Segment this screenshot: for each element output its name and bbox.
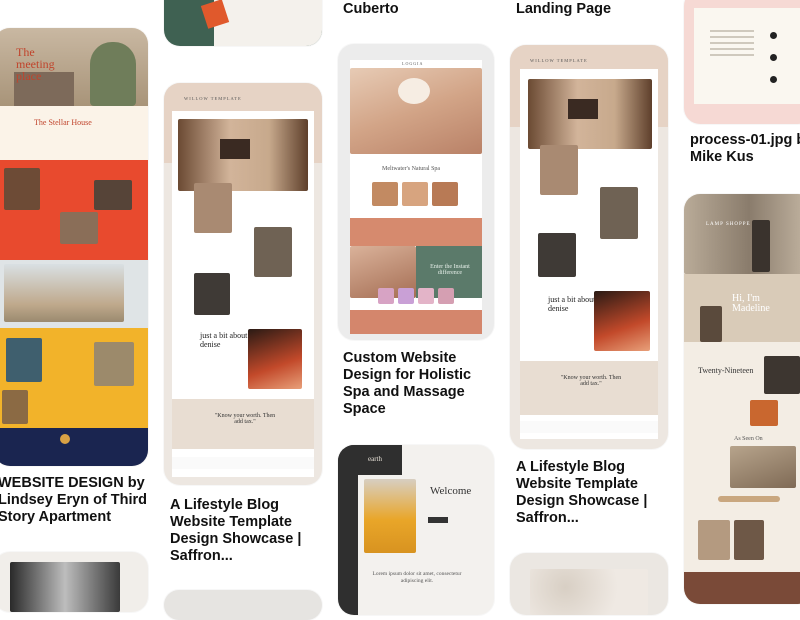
script-logo xyxy=(718,496,780,502)
pin-process-caption[interactable]: process-01.jpg b Mike Kus xyxy=(690,132,800,166)
hero-tree xyxy=(90,42,136,106)
photo-interior-3 xyxy=(94,180,132,210)
photo-landscape xyxy=(4,264,124,322)
quote-text: "Know your worth. Then add tax." xyxy=(214,413,276,425)
greeting-heading: Hi, I'm Madeline xyxy=(732,293,770,314)
pin-cuberto-caption[interactable]: Cuberto xyxy=(343,1,493,18)
photo-woman-2 xyxy=(600,187,638,239)
photo-interior-1 xyxy=(4,168,40,210)
photo-spa-2 xyxy=(402,182,428,206)
year-heading: Twenty-Nineteen xyxy=(698,366,754,375)
step-dot-1 xyxy=(770,32,777,39)
photo-portrait xyxy=(594,291,650,351)
logo-strip xyxy=(172,457,314,469)
welcome-heading: Welcome xyxy=(430,485,472,497)
white-panel xyxy=(214,0,322,46)
photo-dark-portrait xyxy=(764,356,800,394)
photo-speckle xyxy=(530,569,648,615)
photo-product-4 xyxy=(438,288,454,304)
photo-flowers xyxy=(730,446,796,488)
photo-patio xyxy=(94,342,134,386)
pin-col2-bottom[interactable] xyxy=(164,590,322,620)
photo-product-1 xyxy=(378,288,394,304)
photo-grid-1 xyxy=(698,520,730,560)
pin-willow-template-1[interactable]: WILLOW TEMPLATE just a bit about denise … xyxy=(164,83,322,485)
pin-willow-caption-2[interactable]: A Lifestyle Blog Website Template Design… xyxy=(516,459,666,527)
pin-earth-welcome[interactable]: earth Welcome Lorem ipsum dolor sit amet… xyxy=(338,445,494,615)
photo-deer xyxy=(2,390,28,424)
monitor xyxy=(220,139,250,159)
cta-text: Enter the Instant difference xyxy=(430,264,470,276)
logo-strip xyxy=(520,421,658,433)
footer-badge-icon xyxy=(60,434,70,444)
photo-woman-sitting xyxy=(700,306,722,342)
pin-stellar-house[interactable]: The meeting place The Stellar House xyxy=(0,28,148,466)
photo-grid-2 xyxy=(734,520,764,560)
section-title: The Stellar House xyxy=(34,118,92,127)
pin-spa-website[interactable]: LOGGIA Meltwater's Natural Spa Enter the… xyxy=(338,44,494,340)
brown-footer xyxy=(684,572,800,604)
brand-label: WILLOW TEMPLATE xyxy=(184,96,242,101)
photo-woman-3 xyxy=(194,273,230,315)
step-dot-3 xyxy=(770,76,777,83)
pin-interior-bw[interactable] xyxy=(0,552,148,612)
photo-product-2 xyxy=(398,288,414,304)
pin-col4-bottom[interactable] xyxy=(510,553,668,615)
photo-woman-1 xyxy=(540,145,578,195)
photo-woman-2 xyxy=(254,227,292,277)
photo-product-3 xyxy=(418,288,434,304)
brand-label: WILLOW TEMPLATE xyxy=(530,58,588,63)
pin-stellar-caption[interactable]: WEBSITE DESIGN by Lindsey Eryn of Third … xyxy=(0,475,148,526)
pin-orange-cube[interactable] xyxy=(164,0,322,46)
white-doc xyxy=(694,8,800,104)
about-heading: just a bit about denise xyxy=(200,331,248,349)
hero-tag: LAMP SHOPPE xyxy=(706,222,751,227)
spa-name: Meltwater's Natural Spa xyxy=(382,166,441,172)
terracotta-band xyxy=(350,218,482,246)
navy-footer xyxy=(0,428,148,466)
step-dot-2 xyxy=(770,54,777,61)
pin-spa-caption[interactable]: Custom Website Design for Holistic Spa a… xyxy=(343,350,493,418)
photo-woman-3 xyxy=(538,233,576,277)
nav-logo: LOGGIA xyxy=(402,61,424,66)
photo-spa-3 xyxy=(432,182,458,206)
photo-woman-1 xyxy=(194,183,232,233)
pin-process[interactable] xyxy=(684,0,800,124)
doc-text-lines xyxy=(710,30,754,56)
quote-text: "Know your worth. Then add tax." xyxy=(560,375,622,387)
pin-willow-caption-1[interactable]: A Lifestyle Blog Website Template Design… xyxy=(170,497,320,565)
photo-bw-interior xyxy=(10,562,120,612)
section-title: As Seen On xyxy=(734,436,763,442)
about-heading: just a bit about denise xyxy=(548,295,596,313)
monitor xyxy=(568,99,598,119)
quote-panel xyxy=(520,361,658,415)
hero-title: The meeting place xyxy=(16,45,55,83)
cream-swatch xyxy=(398,78,430,104)
photo-woman-standing xyxy=(752,220,770,272)
footer-band xyxy=(350,310,482,334)
pin-willow-template-2[interactable]: WILLOW TEMPLATE just a bit about denise … xyxy=(510,45,668,449)
photo-spa-1 xyxy=(372,182,398,206)
photo-pool xyxy=(6,338,42,382)
brand-label: earth xyxy=(368,455,382,463)
photo-hero-woman xyxy=(684,194,800,274)
photo-interior-2 xyxy=(60,212,98,244)
pin-madeline-blog[interactable]: LAMP SHOPPE Hi, I'm Madeline Twenty-Nine… xyxy=(684,194,800,604)
photo-orange xyxy=(750,400,778,426)
photo-portrait xyxy=(248,329,302,389)
intro-panel xyxy=(0,106,148,160)
welcome-button xyxy=(428,517,448,523)
footer-text: Lorem ipsum dolor sit amet, consectetur … xyxy=(372,571,462,584)
pin-landing-caption[interactable]: Landing Page xyxy=(516,1,666,18)
photo-woman-yellow xyxy=(364,479,416,553)
